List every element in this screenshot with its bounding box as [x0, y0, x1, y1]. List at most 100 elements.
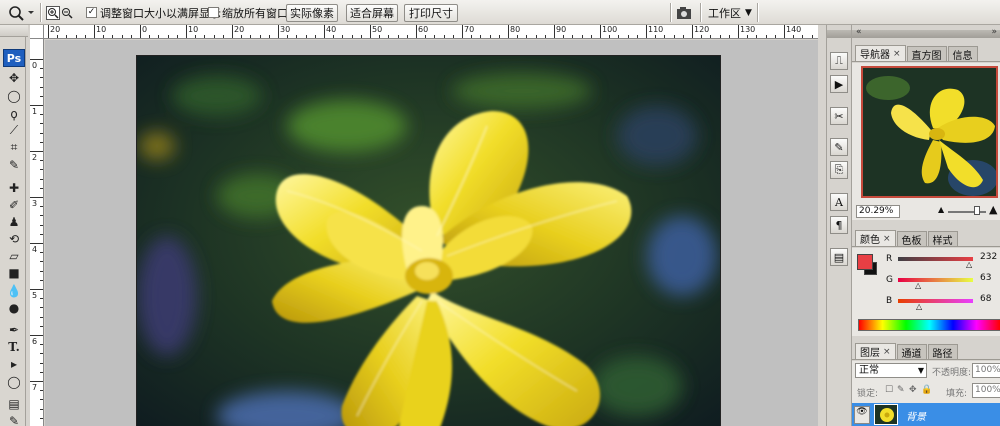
- close-icon[interactable]: ×: [893, 49, 901, 59]
- blend-mode-select[interactable]: 正常 ▼: [855, 363, 927, 378]
- navigator-zoom-field[interactable]: 20.29%: [856, 205, 900, 218]
- brushes-panel-icon[interactable]: ✎: [830, 138, 848, 156]
- zoom-all-windows-checkbox[interactable]: 缩放所有窗口: [208, 3, 288, 22]
- g-value[interactable]: 63: [980, 273, 991, 283]
- g-slider-track[interactable]: [898, 278, 973, 282]
- canvas-workspace[interactable]: [45, 40, 818, 426]
- toolbox-grip[interactable]: [0, 25, 28, 37]
- crop-tool-icon[interactable]: ⌗: [4, 139, 24, 156]
- lock-position-icon[interactable]: ✥: [909, 385, 917, 395]
- r-slider-track[interactable]: [898, 257, 973, 261]
- ruler-major-tick: [324, 25, 325, 38]
- actions-panel-icon[interactable]: ▶: [830, 75, 848, 93]
- r-slider-handle-icon[interactable]: △: [966, 260, 972, 269]
- tool-presets-panel-icon[interactable]: ✂: [830, 107, 848, 125]
- tab-layers[interactable]: 图层 ×: [855, 343, 896, 359]
- eraser-tool-icon[interactable]: ▱: [4, 247, 24, 264]
- shape-tool-icon[interactable]: ◯: [4, 373, 24, 390]
- ruler-minor-tick: [40, 316, 43, 318]
- color-ramp[interactable]: [858, 319, 1000, 331]
- tab-paths[interactable]: 路径: [927, 344, 958, 360]
- zoom-out-mountain-icon[interactable]: ▲: [938, 205, 944, 214]
- zoom-in-button[interactable]: [46, 3, 60, 22]
- workspace-menu[interactable]: 工作区 ▼: [708, 3, 752, 22]
- dock-header[interactable]: « »: [852, 27, 1000, 38]
- collapse-arrows-icon[interactable]: «: [856, 27, 862, 37]
- tab-info[interactable]: 信息: [947, 46, 978, 62]
- dock-grip[interactable]: [827, 30, 851, 38]
- character-panel-icon[interactable]: A: [830, 193, 848, 211]
- layer-comps-panel-icon[interactable]: ▤: [830, 248, 848, 266]
- ps-logo[interactable]: Ps: [3, 49, 25, 67]
- tab-channels[interactable]: 通道: [896, 344, 927, 360]
- dodge-tool-icon[interactable]: ●: [4, 299, 24, 316]
- ruler-major-tick: [30, 289, 43, 290]
- actual-pixels-button[interactable]: 实际像素: [286, 4, 338, 22]
- ruler-minor-tick: [379, 35, 381, 38]
- close-icon[interactable]: ×: [883, 347, 891, 357]
- history-panel-icon[interactable]: ⎍: [830, 52, 848, 70]
- ruler-major-tick: [416, 25, 417, 38]
- file-browser-button[interactable]: [675, 3, 695, 22]
- collapse-arrows-right-icon[interactable]: »: [991, 27, 997, 37]
- opacity-field[interactable]: 100%: [972, 363, 1000, 378]
- document-image[interactable]: [136, 55, 721, 426]
- history-brush-tool-icon[interactable]: ⟲: [4, 230, 24, 247]
- tab-navigator[interactable]: 导航器 ×: [855, 45, 906, 61]
- close-icon[interactable]: ×: [883, 234, 891, 244]
- tab-color[interactable]: 颜色 ×: [855, 230, 896, 246]
- clone-source-panel-icon[interactable]: ⎘: [830, 161, 848, 179]
- navigator-zoom-slider[interactable]: [948, 211, 986, 213]
- fill-field[interactable]: 100%: [972, 383, 1000, 398]
- lock-image-icon[interactable]: ✎: [897, 385, 905, 395]
- brush-tool-icon[interactable]: ✐: [4, 196, 24, 213]
- r-value[interactable]: 232: [980, 252, 997, 262]
- g-slider-handle-icon[interactable]: △: [915, 281, 921, 290]
- pen-tool-icon[interactable]: ✒: [4, 321, 24, 338]
- zoom-out-button[interactable]: [60, 3, 74, 22]
- layer-visibility-eye-icon[interactable]: 👁: [854, 406, 870, 424]
- notes-tool-icon[interactable]: ▤: [4, 395, 24, 412]
- layer-row-background[interactable]: 👁 背景: [852, 403, 1000, 426]
- blur-tool-icon[interactable]: 💧: [4, 282, 24, 299]
- foreground-color-swatch[interactable]: [857, 254, 873, 270]
- print-size-button[interactable]: 打印尺寸: [404, 4, 458, 22]
- eyedropper-tool-icon[interactable]: ✎: [4, 156, 24, 173]
- type-tool-icon[interactable]: T.: [4, 338, 24, 355]
- resize-windows-checkbox[interactable]: ✓ 调整窗口大小以满屏显示: [86, 3, 221, 22]
- eyedropper-tool-2-icon[interactable]: ✎: [4, 412, 24, 426]
- ruler-label: 10: [188, 25, 199, 34]
- path-selection-tool-icon[interactable]: ▸: [4, 355, 24, 372]
- tab-styles[interactable]: 样式: [927, 231, 958, 247]
- tab-label: 图层: [860, 348, 880, 359]
- lock-transparency-icon[interactable]: ☐: [885, 385, 893, 395]
- ruler-minor-tick: [765, 35, 767, 38]
- marquee-tool-icon[interactable]: ◯: [4, 87, 24, 104]
- ruler-minor-tick: [40, 279, 43, 281]
- fit-screen-button[interactable]: 适合屏幕: [346, 4, 398, 22]
- magic-wand-tool-icon[interactable]: ⟋: [4, 122, 24, 139]
- gradient-tool-icon[interactable]: ■: [4, 264, 24, 281]
- clone-stamp-tool-icon[interactable]: ♟: [4, 213, 24, 230]
- vertical-ruler[interactable]: 0 1 2 3 4 5 6 7: [30, 39, 44, 426]
- ruler-major-tick: [48, 25, 49, 38]
- tab-swatches[interactable]: 色板: [896, 231, 927, 247]
- ruler-origin[interactable]: [30, 25, 44, 39]
- tab-histogram[interactable]: 直方图: [906, 46, 947, 62]
- healing-brush-tool-icon[interactable]: ✚: [4, 179, 24, 196]
- layer-name[interactable]: 背景: [906, 408, 926, 423]
- horizontal-ruler[interactable]: 2010010203040506070809010011012013014015…: [44, 25, 818, 39]
- lasso-tool-icon[interactable]: ϙ: [4, 105, 24, 122]
- navigator-zoom-slider-handle[interactable]: [974, 206, 980, 215]
- b-value[interactable]: 68: [980, 294, 991, 304]
- tool-preset-picker[interactable]: [6, 3, 34, 22]
- b-slider-handle-icon[interactable]: △: [916, 302, 922, 311]
- b-slider-track[interactable]: [898, 299, 973, 303]
- lock-all-icon[interactable]: 🔒: [921, 385, 932, 395]
- navigator-preview[interactable]: [861, 66, 998, 198]
- ruler-minor-tick: [40, 77, 43, 79]
- paragraph-panel-icon[interactable]: ¶: [830, 216, 848, 234]
- ruler-major-tick: [232, 25, 233, 38]
- move-tool-icon[interactable]: ✥: [4, 69, 24, 86]
- zoom-in-mountain-icon[interactable]: ▲: [989, 203, 997, 216]
